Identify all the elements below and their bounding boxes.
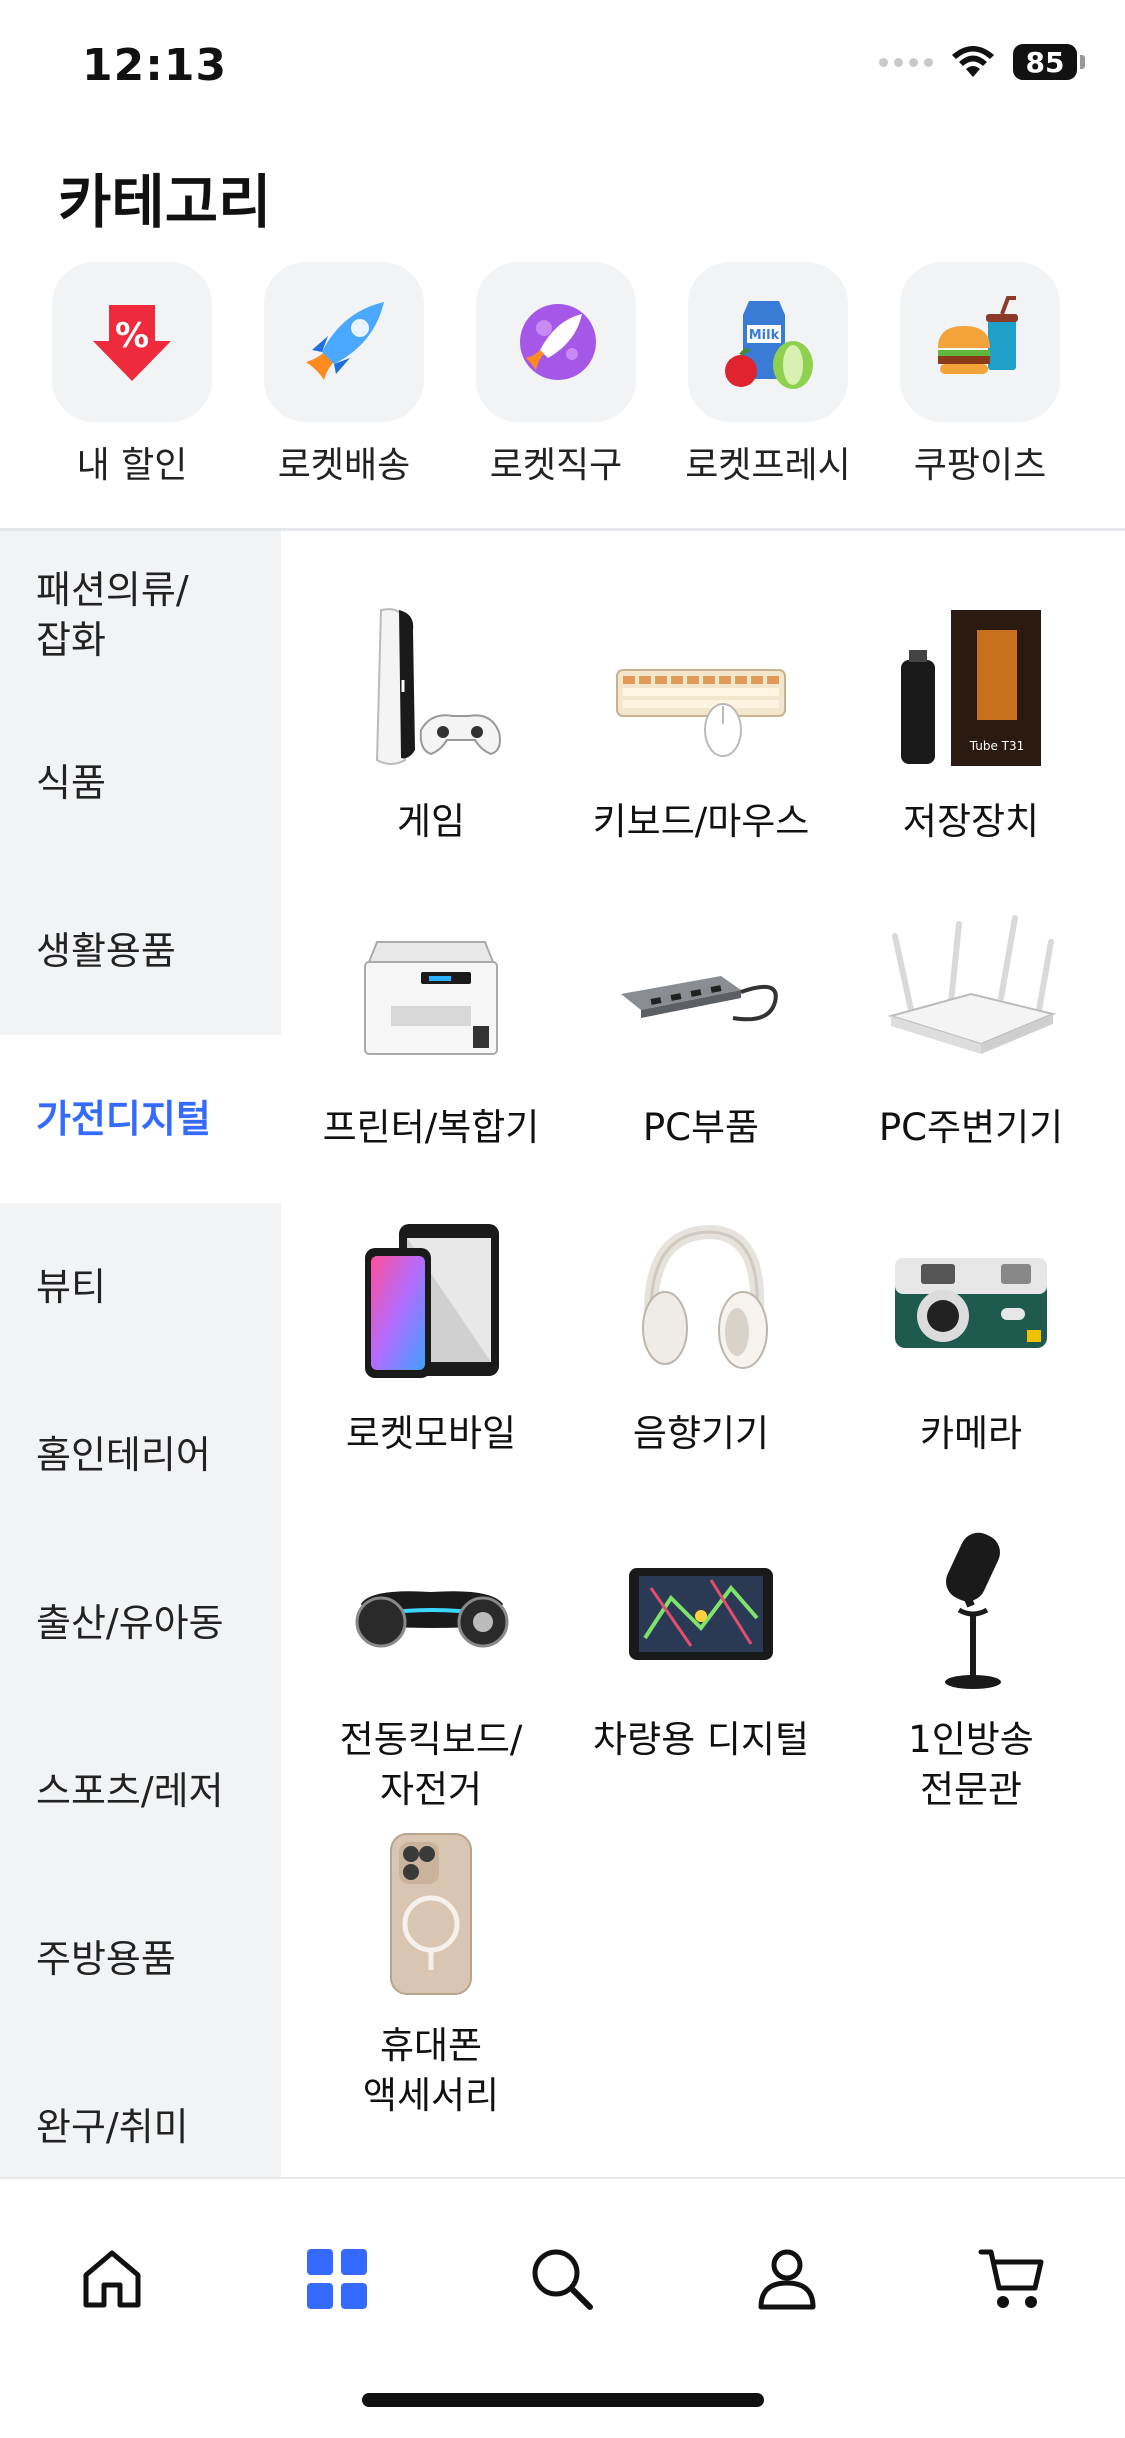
subcategory-storage[interactable]: Tube T31 저장장치 xyxy=(836,595,1106,847)
subcategory-audio[interactable]: 음향기기 xyxy=(566,1207,836,1459)
router-icon xyxy=(887,915,1057,1054)
subcategory-label: 음향기기 xyxy=(632,1412,770,1455)
phone-case-icon xyxy=(390,1833,472,1995)
subcategory-game[interactable]: 게임 xyxy=(296,595,566,847)
search-icon xyxy=(532,2249,593,2310)
sidebar-item-home-interior[interactable]: 홈인테리어 xyxy=(0,1371,281,1539)
hoverboard-icon xyxy=(355,1591,509,1648)
subcategory-grid: 게임 키보드/마우스 Tube T31 저장장치 프린터/복합기 PC부품 PC… xyxy=(296,531,1125,2181)
subcategory-e-scooter-bike[interactable]: 전동킥보드/ 자전거 xyxy=(296,1513,566,1815)
nav-my-page-button[interactable] xyxy=(727,2219,847,2339)
quick-category-rocket-fresh[interactable]: Milk 로켓프레시 xyxy=(662,262,874,488)
nav-search-button[interactable] xyxy=(502,2219,622,2339)
car-navigation-icon xyxy=(629,1568,773,1660)
user-icon xyxy=(758,2249,816,2310)
subcategory-label: 저장장치 xyxy=(902,800,1040,843)
subcategory-label: 전동킥보드/ 자전거 xyxy=(339,1718,523,1811)
subcategory-label: 휴대폰 액세서리 xyxy=(362,2024,500,2117)
subcategory-printer[interactable]: 프린터/복합기 xyxy=(296,901,566,1153)
rocket-icon xyxy=(306,302,384,380)
subcategory-label: PC부품 xyxy=(642,1106,760,1149)
subcategory-label: 프린터/복합기 xyxy=(322,1106,540,1149)
sidebar-item-electronics[interactable]: 가전디지털 xyxy=(0,1035,281,1203)
subcategory-label: 로켓모바일 xyxy=(345,1412,517,1455)
sidebar-item-beauty[interactable]: 뷰티 xyxy=(0,1203,281,1371)
quick-category-coupang-eats[interactable]: 쿠팡이츠 xyxy=(874,262,1086,488)
game-console-icon xyxy=(375,608,501,765)
printer-icon xyxy=(364,941,498,1055)
mobile-tablet-icon xyxy=(365,1224,499,1378)
camera-icon xyxy=(895,1258,1047,1348)
quick-category-label: 로켓프레시 xyxy=(685,445,851,486)
headphones-icon xyxy=(642,1224,768,1369)
subcategory-pc-parts[interactable]: PC부품 xyxy=(566,901,836,1153)
subcategory-label: 차량용 디지털 xyxy=(592,1718,809,1761)
sidebar-item-kitchen[interactable]: 주방용품 xyxy=(0,1875,281,2043)
quick-category-label: 쿠팡이츠 xyxy=(913,445,1047,486)
svg-text:Milk: Milk xyxy=(749,328,780,343)
burger-drink-icon xyxy=(938,296,1018,374)
cart-icon xyxy=(978,2249,1044,2308)
quick-category-label: 로켓직구 xyxy=(489,445,623,486)
battery-icon: 85 xyxy=(1013,44,1085,80)
quick-category-label: 로켓배송 xyxy=(277,445,411,486)
cellular-signal-icon xyxy=(879,57,933,67)
quick-category-label: 내 할인 xyxy=(76,445,188,486)
subcategory-phone-accessories[interactable]: 휴대폰 액세서리 xyxy=(296,1819,566,2121)
sidebar-item-food[interactable]: 식품 xyxy=(0,699,281,867)
quick-category-rocket-direct[interactable]: 로켓직구 xyxy=(450,262,662,488)
status-time: 12:13 xyxy=(82,40,228,91)
storage-device-icon: Tube T31 xyxy=(901,610,1041,766)
status-bar: 12:13 85 xyxy=(0,0,1125,140)
subcategory-streaming[interactable]: 1인방송 전문관 xyxy=(836,1513,1106,1815)
sidebar-item-fashion[interactable]: 패션의류/ 잡화 xyxy=(0,531,281,699)
quick-category-rocket-delivery[interactable]: 로켓배송 xyxy=(238,262,450,488)
status-indicators: 85 xyxy=(879,44,1085,80)
nav-category-button[interactable] xyxy=(277,2219,397,2339)
home-indicator xyxy=(362,2393,764,2407)
microphone-icon xyxy=(945,1532,1001,1689)
fresh-grocery-icon: Milk xyxy=(725,301,813,389)
page-title: 카테고리 xyxy=(58,168,272,236)
sidebar-item-household[interactable]: 생활용품 xyxy=(0,867,281,1035)
nav-home-button[interactable] xyxy=(52,2219,172,2339)
subcategory-camera[interactable]: 카메라 xyxy=(836,1207,1106,1459)
quick-category-row: % 내 할인 로켓배송 로켓직구 Milk 로켓프레시 쿠팡이츠 xyxy=(0,262,1125,486)
wifi-icon xyxy=(952,46,994,77)
battery-level: 85 xyxy=(1013,44,1077,80)
sidebar-item-baby-kids[interactable]: 출산/유아동 xyxy=(0,1539,281,1707)
subcategory-car-digital[interactable]: 차량용 디지털 xyxy=(566,1513,836,1765)
subcategory-label: PC주변기기 xyxy=(878,1106,1064,1149)
sidebar-item-sports-leisure[interactable]: 스포츠/레저 xyxy=(0,1707,281,1875)
category-grid-icon xyxy=(307,2249,367,2309)
keyboard-mouse-icon xyxy=(616,669,786,757)
quick-category-my-discount[interactable]: % 내 할인 xyxy=(26,262,238,488)
subcategory-label: 카메라 xyxy=(919,1412,1023,1455)
subcategory-label: 게임 xyxy=(396,800,466,843)
usb-hub-icon xyxy=(621,976,778,1022)
nav-cart-button[interactable] xyxy=(952,2219,1072,2339)
purple-rocket-icon xyxy=(520,304,596,380)
subcategory-keyboard-mouse[interactable]: 키보드/마우스 xyxy=(566,595,836,847)
subcategory-label: 1인방송 전문관 xyxy=(908,1718,1034,1811)
svg-text:Tube T31: Tube T31 xyxy=(969,739,1025,753)
subcategory-rocket-mobile[interactable]: 로켓모바일 xyxy=(296,1207,566,1459)
home-icon xyxy=(83,2250,141,2308)
subcategory-label: 키보드/마우스 xyxy=(592,800,810,843)
category-sidebar: 패션의류/ 잡화 식품 생활용품 가전디지털 뷰티 홈인테리어 출산/유아동 스… xyxy=(0,531,281,2181)
svg-text:%: % xyxy=(115,316,149,356)
subcategory-pc-peripherals[interactable]: PC주변기기 xyxy=(836,901,1106,1153)
discount-tag-icon: % xyxy=(93,305,171,381)
